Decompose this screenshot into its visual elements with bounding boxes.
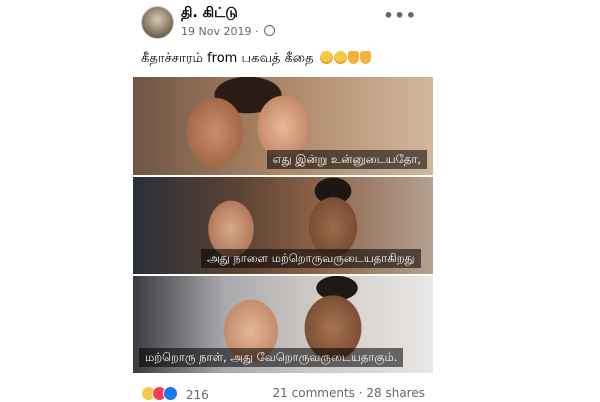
like-icon	[163, 386, 178, 401]
pointing-down-emoji-icon	[347, 51, 359, 64]
meme-photo-1[interactable]: எது இன்று உன்னுடையதோ,	[133, 77, 433, 175]
meme-photo-2[interactable]: அது நாளை மற்றொருவருடையதாகிறது	[133, 177, 433, 274]
post-date[interactable]: 19 Nov 2019	[181, 25, 251, 38]
laughing-emoji-icon	[319, 51, 333, 64]
laughing-emoji-icon	[333, 51, 347, 64]
meta-separator: ·	[254, 25, 259, 38]
post-card: தி. கிட்டு 19 Nov 2019 · ••• கீதாச்சாரம்…	[131, 0, 435, 402]
author-name[interactable]: தி. கிட்டு	[181, 5, 238, 23]
stats-separator: ·	[358, 386, 363, 400]
more-options-icon[interactable]: •••	[383, 6, 417, 25]
globe-icon	[263, 25, 275, 36]
pointing-down-emoji-icon	[359, 51, 371, 64]
author-avatar[interactable]	[141, 6, 174, 39]
photo-subtitle: மற்றொரு நாள், அது வேறொருவருடையதாகும்.	[139, 348, 404, 367]
caption-emojis	[319, 51, 372, 66]
caption-text: கீதாச்சாரம் from பகவத் கீதை	[141, 51, 314, 66]
photo-subtitle: எது இன்று உன்னுடையதோ,	[266, 150, 427, 169]
photo-subtitle: அது நாளை மற்றொருவருடையதாகிறது	[201, 249, 421, 268]
post-caption: கீதாச்சாரம் from பகவத் கீதை	[141, 51, 372, 67]
shares-link[interactable]: 28 shares	[366, 386, 425, 400]
engagement-stats: 21 comments · 28 shares	[273, 386, 425, 400]
meme-photo-3[interactable]: மற்றொரு நாள், அது வேறொருவருடையதாகும்.	[133, 276, 433, 373]
comments-link[interactable]: 21 comments	[273, 386, 355, 400]
post-meta: 19 Nov 2019 ·	[181, 25, 275, 38]
